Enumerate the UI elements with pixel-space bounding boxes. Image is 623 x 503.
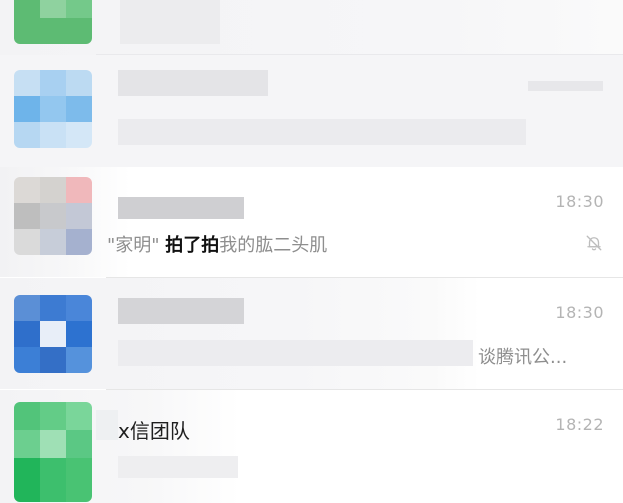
bell-off-icon: [586, 235, 602, 251]
avatar[interactable]: [14, 70, 92, 148]
blurred-preview: [118, 340, 473, 366]
blurred-name: [118, 197, 244, 219]
chat-time: 18:30: [555, 192, 604, 211]
avatar[interactable]: [14, 295, 92, 373]
avatar[interactable]: [14, 402, 92, 502]
blurred-preview: [118, 119, 526, 145]
chat-name: x信团队: [118, 419, 190, 443]
blurred-time: [528, 81, 603, 91]
chat-time: 18:30: [555, 303, 604, 322]
chat-row-2[interactable]: 18:30 "家明" 拍了拍我的肱二头肌: [0, 167, 623, 277]
blurred-name: [118, 298, 244, 324]
blurred-name-part: [96, 410, 118, 440]
chat-row-4[interactable]: x信团队 18:22: [0, 390, 623, 503]
preview-action: 拍了拍: [165, 235, 220, 256]
blurred-name: [120, 0, 220, 44]
preview-target: 我的肱二头肌: [219, 235, 328, 256]
chat-row-3[interactable]: 18:30 谈腾讯公...: [0, 278, 623, 389]
chat-row-0[interactable]: [0, 0, 623, 55]
chat-preview: 谈腾讯公...: [478, 347, 568, 368]
chat-row-1[interactable]: [0, 55, 623, 167]
blurred-name: [118, 70, 268, 96]
avatar[interactable]: [14, 0, 92, 44]
preview-sender: "家明": [107, 235, 166, 256]
chat-time: 18:22: [555, 415, 604, 434]
chat-preview: "家明" 拍了拍我的肱二头肌: [107, 231, 327, 257]
chat-list: 18:30 "家明" 拍了拍我的肱二头肌 18:30 谈腾讯公... x信团队 …: [0, 0, 623, 503]
blurred-preview: [118, 456, 238, 478]
avatar[interactable]: [14, 177, 92, 255]
